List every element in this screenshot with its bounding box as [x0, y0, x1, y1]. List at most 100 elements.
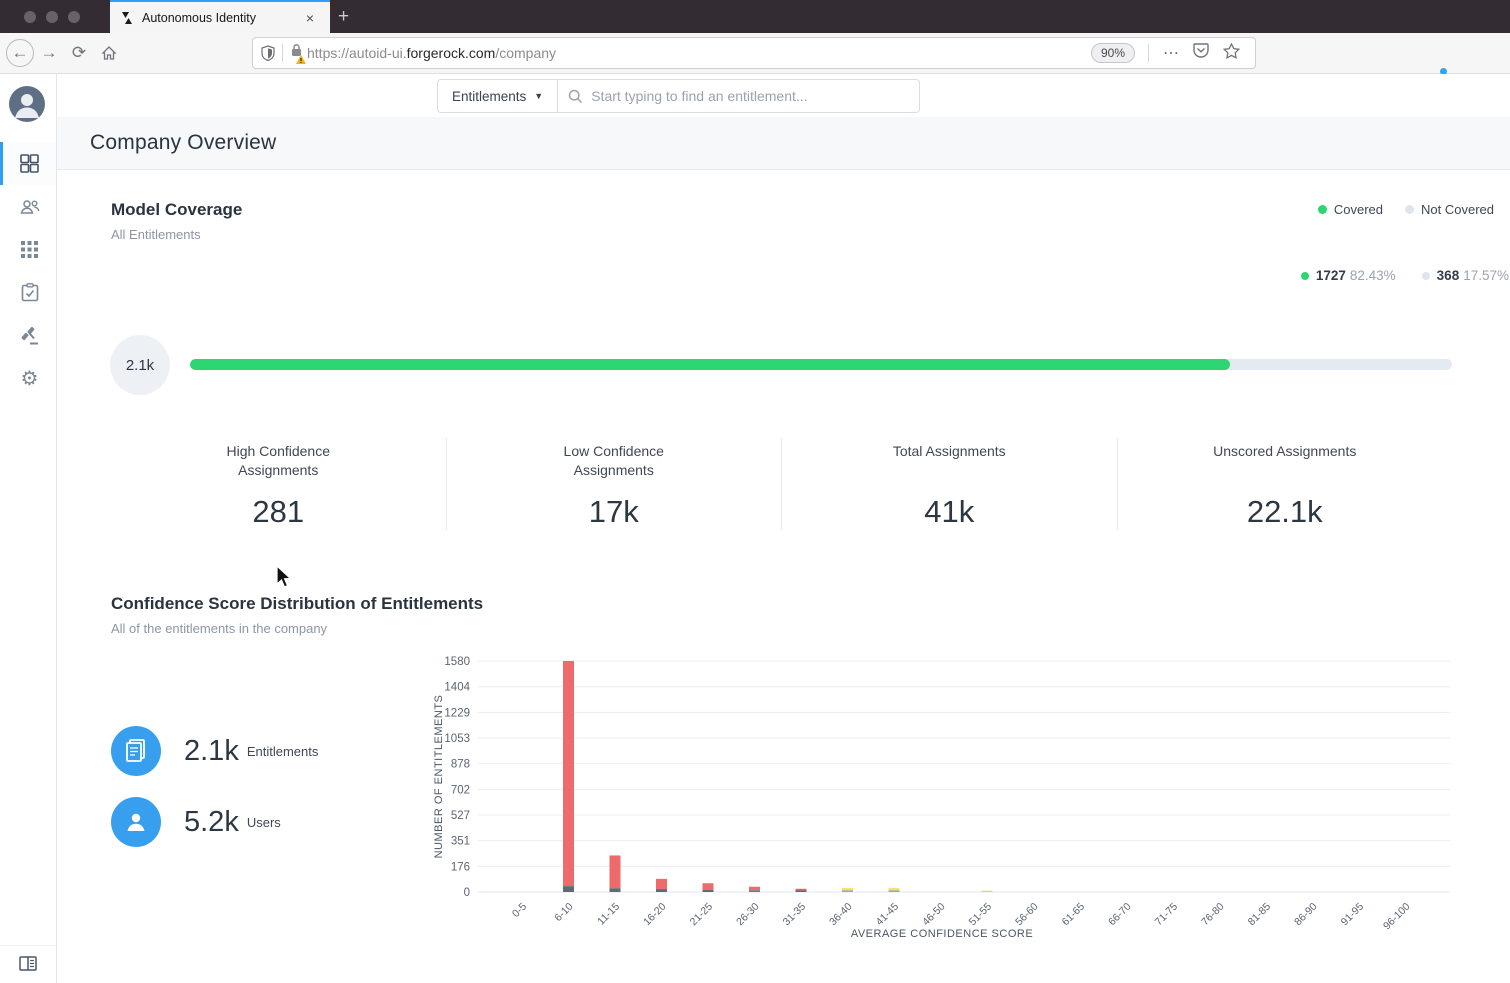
- entitlements-count: 2.1k Entitlements: [111, 726, 318, 776]
- new-tab-button[interactable]: +: [338, 6, 349, 28]
- coverage-legend: Covered Not Covered: [1317, 202, 1494, 217]
- apps-grid-icon: [21, 241, 38, 258]
- back-icon[interactable]: ←: [6, 39, 34, 67]
- tracking-shield-icon[interactable]: [261, 45, 275, 61]
- svg-text:16-20: 16-20: [641, 901, 669, 929]
- stat-high-confidence: High Confidence Assignments 281: [226, 443, 330, 529]
- sidebar-item-rules[interactable]: [0, 314, 56, 357]
- zoom-level-badge[interactable]: 90%: [1090, 43, 1135, 63]
- sidebar-item-identities[interactable]: [0, 185, 56, 228]
- gear-icon: ⚙: [20, 367, 39, 390]
- forward-icon[interactable]: →: [34, 38, 64, 68]
- url-bar[interactable]: https://autoid-ui.forgerock.com/company …: [252, 37, 1256, 69]
- total-entitlements-badge: 2.1k: [110, 335, 170, 395]
- user-avatar[interactable]: [9, 86, 45, 122]
- svg-text:61-65: 61-65: [1060, 901, 1088, 929]
- window-minimize-button[interactable]: [46, 11, 58, 23]
- stat-unscored-assignments: Unscored Assignments 22.1k: [1116, 438, 1453, 530]
- svg-text:51-55: 51-55: [967, 901, 995, 929]
- svg-text:71-75: 71-75: [1153, 901, 1181, 929]
- stat-total-assignments: Total Assignments 41k: [781, 438, 1117, 530]
- tab-close-icon[interactable]: ×: [300, 10, 320, 26]
- search-icon: [568, 89, 583, 103]
- browser-tab[interactable]: Autonomous Identity ×: [110, 0, 330, 33]
- svg-text:31-35: 31-35: [781, 901, 809, 929]
- chevron-down-icon: ▼: [534, 91, 544, 101]
- connection-lock-icon[interactable]: [290, 43, 306, 64]
- entity-type-label: Entitlements: [452, 88, 527, 104]
- svg-text:41-45: 41-45: [874, 901, 902, 929]
- not-covered-dot-icon: [1405, 205, 1415, 214]
- assignment-stats: High Confidence Assignments 281 Low Confi…: [111, 438, 1452, 530]
- svg-text:66-70: 66-70: [1106, 901, 1134, 929]
- confidence-distribution-chart: 0 176 351 527 702 878 1053 1229 1404 1580 NUMBER O…: [430, 649, 1460, 949]
- svg-text:AVERAGE CONFIDENCE SCORE: AVERAGE CONFIDENCE SCORE: [851, 928, 1033, 940]
- gavel-icon: [21, 326, 38, 345]
- svg-text:351: 351: [451, 836, 470, 848]
- svg-text:176: 176: [451, 861, 470, 873]
- people-icon: [20, 199, 39, 214]
- page-header: Company Overview: [57, 117, 1510, 170]
- entitlements-label: Entitlements: [246, 743, 319, 759]
- covered-dot-icon: [1317, 205, 1327, 214]
- svg-text:1404: 1404: [444, 682, 470, 694]
- sidebar-item-applications[interactable]: [0, 228, 56, 271]
- model-coverage-subtitle: All Entitlements: [111, 227, 201, 242]
- sidebar-item-dashboard[interactable]: [0, 142, 56, 185]
- url-divider: [282, 44, 283, 62]
- users-count: 5.2k Users: [111, 797, 318, 847]
- page-actions-icon[interactable]: ⋯: [1156, 43, 1186, 63]
- sidebar-nav: ⚙: [0, 142, 56, 400]
- users-circle: [111, 797, 161, 847]
- users-value: 5.2k: [184, 805, 239, 838]
- svg-text:702: 702: [451, 784, 470, 796]
- svg-text:76-80: 76-80: [1199, 901, 1227, 929]
- mouse-cursor: [276, 565, 292, 588]
- search-input[interactable]: [591, 88, 910, 104]
- sidebar-item-tasks[interactable]: [0, 271, 56, 314]
- coverage-progress-fill: [190, 359, 1231, 370]
- url-divider: [1148, 44, 1149, 62]
- browser-titlebar: Autonomous Identity × +: [0, 0, 1510, 33]
- distribution-subtitle: All of the entitlements in the company: [111, 621, 328, 636]
- reload-icon[interactable]: ⟳: [64, 38, 94, 68]
- entitlements-circle: [111, 726, 161, 776]
- window-maximize-button[interactable]: [68, 11, 80, 23]
- svg-text:1580: 1580: [444, 656, 470, 668]
- warning-triangle-icon: [296, 55, 306, 64]
- stat-low-confidence: Low Confidence Assignments 17k: [445, 438, 782, 530]
- entity-type-dropdown[interactable]: Entitlements ▼: [437, 79, 559, 113]
- coverage-progress-bar: [190, 359, 1452, 370]
- screen: Autonomous Identity × + ← → ⟳ https://au…: [0, 0, 1510, 983]
- url-text[interactable]: https://autoid-ui.forgerock.com/company: [307, 45, 1091, 61]
- dashboard-icon: [20, 154, 39, 173]
- docs-panel-icon: [19, 956, 37, 971]
- app-sidebar: ⚙: [0, 74, 57, 983]
- main-content: Entitlements ▼ Company Overview Model Co…: [57, 74, 1510, 983]
- svg-text:NUMBER OF ENTITLEMENTS: NUMBER OF ENTITLEMENTS: [433, 695, 445, 859]
- content-area: Model Coverage All Entitlements Covered …: [57, 170, 1510, 983]
- svg-text:11-15: 11-15: [595, 901, 622, 928]
- coverage-counts: 1727 82.43% 368 17.57%: [1300, 268, 1509, 283]
- home-icon[interactable]: [94, 38, 124, 68]
- summary-counts: 2.1k Entitlements 5.2k Users: [111, 726, 318, 868]
- bar-chart-svg: 0 176 351 527 702 878 1053 1229 1404 1580 NUMBER O…: [433, 656, 1450, 940]
- svg-text:56-60: 56-60: [1013, 901, 1041, 929]
- pocket-icon[interactable]: [1186, 43, 1216, 63]
- bookmark-star-icon[interactable]: [1216, 42, 1247, 64]
- model-coverage-title: Model Coverage: [111, 200, 243, 219]
- sidebar-item-docs[interactable]: [0, 945, 56, 975]
- entitlement-search[interactable]: [558, 79, 921, 113]
- forgerock-favicon: [122, 11, 132, 24]
- svg-text:0-5: 0-5: [510, 901, 529, 920]
- not-covered-dot-icon: [1421, 272, 1430, 280]
- window-close-button[interactable]: [24, 11, 36, 23]
- top-search-bar: Entitlements ▼: [57, 74, 1510, 117]
- svg-text:1229: 1229: [444, 707, 470, 719]
- not-covered-count-group: 368 17.57%: [1421, 268, 1509, 283]
- svg-text:86-90: 86-90: [1292, 901, 1320, 929]
- users-label: Users: [246, 814, 281, 830]
- svg-text:878: 878: [451, 759, 470, 771]
- svg-text:36-40: 36-40: [827, 901, 855, 929]
- sidebar-item-settings[interactable]: ⚙: [0, 357, 56, 400]
